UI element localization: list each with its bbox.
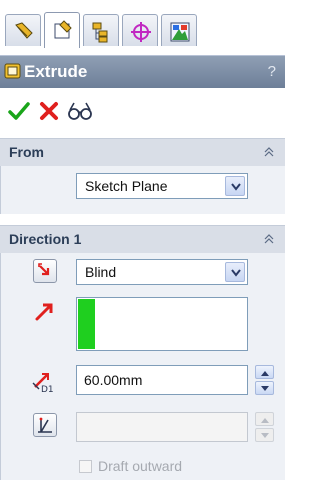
dimxpert-manager-icon — [131, 22, 151, 42]
display-manager-icon — [170, 22, 190, 42]
from-group-body: Sketch Plane — [0, 166, 285, 214]
tab-feature-manager[interactable] — [5, 14, 41, 46]
arrow-down-icon — [261, 433, 269, 438]
from-group: From Sketch Plane — [0, 138, 285, 214]
start-condition-dropdown-button[interactable] — [225, 176, 245, 196]
start-condition-value: Sketch Plane — [85, 178, 168, 194]
reverse-direction-icon — [38, 263, 50, 276]
direction1-group-title: Direction 1 — [9, 231, 82, 247]
extrude-feature-icon — [4, 63, 21, 79]
tab-dimxpert-manager[interactable] — [122, 14, 158, 46]
depth-spinner[interactable] — [255, 365, 274, 395]
configuration-manager-icon — [92, 22, 108, 43]
direction-reference-selection-box[interactable] — [76, 297, 248, 351]
tab-display-manager[interactable] — [161, 14, 197, 46]
depth-decrement-button[interactable] — [255, 381, 274, 395]
depth-input[interactable]: 60.00mm — [76, 365, 248, 395]
feature-header: Extrude ? — [0, 56, 285, 88]
feature-manager-icon — [15, 22, 33, 39]
draft-angle-input — [76, 412, 248, 442]
end-condition-select[interactable]: Blind — [76, 259, 248, 285]
direction-of-extrusion-icon — [35, 303, 53, 321]
help-icon[interactable]: ? — [268, 63, 276, 80]
property-manager-icon — [54, 20, 72, 39]
draft-outward-checkbox-row: Draft outward — [79, 458, 239, 476]
arrow-down-icon — [261, 386, 269, 391]
direction1-group: Direction 1 Blind D1 60.00mm Draft outwa… — [0, 225, 285, 480]
collapse-icon[interactable] — [263, 146, 275, 158]
depth-value: 60.00mm — [84, 372, 143, 388]
selection-color-swatch — [78, 299, 95, 349]
from-group-title: From — [9, 144, 44, 160]
draft-decrement-button — [255, 428, 274, 442]
arrow-up-icon — [261, 371, 269, 376]
end-condition-dropdown-button[interactable] — [225, 262, 245, 282]
direction1-group-body: Blind D1 60.00mm Draft outward — [0, 253, 285, 480]
action-row — [0, 88, 285, 132]
draft-icon — [38, 417, 52, 433]
end-condition-value: Blind — [85, 264, 117, 280]
svg-text:D1: D1 — [41, 385, 54, 393]
ok-check-icon[interactable] — [8, 100, 30, 122]
from-group-header[interactable]: From — [0, 138, 285, 166]
manager-tab-strip — [0, 0, 285, 56]
depth-increment-button[interactable] — [255, 365, 274, 379]
draft-toggle-button[interactable] — [33, 413, 57, 437]
draft-angle-spinner — [255, 412, 274, 442]
chevron-down-icon — [231, 269, 241, 277]
feature-title: Extrude — [24, 62, 88, 81]
draft-outward-checkbox — [79, 460, 92, 473]
collapse-icon[interactable] — [263, 233, 275, 245]
start-condition-select[interactable]: Sketch Plane — [76, 173, 248, 199]
arrow-up-icon — [261, 418, 269, 423]
direction1-group-header[interactable]: Direction 1 — [0, 225, 285, 253]
depth-icon: D1 — [32, 373, 54, 393]
tab-configuration-manager[interactable] — [83, 14, 119, 46]
detailed-preview-icon[interactable] — [66, 100, 94, 122]
draft-outward-label: Draft outward — [98, 458, 183, 474]
cancel-x-icon[interactable] — [38, 100, 60, 122]
reverse-direction-button[interactable] — [33, 259, 57, 283]
draft-increment-button — [255, 412, 274, 426]
tab-property-manager[interactable] — [44, 12, 80, 48]
chevron-down-icon — [231, 183, 241, 191]
